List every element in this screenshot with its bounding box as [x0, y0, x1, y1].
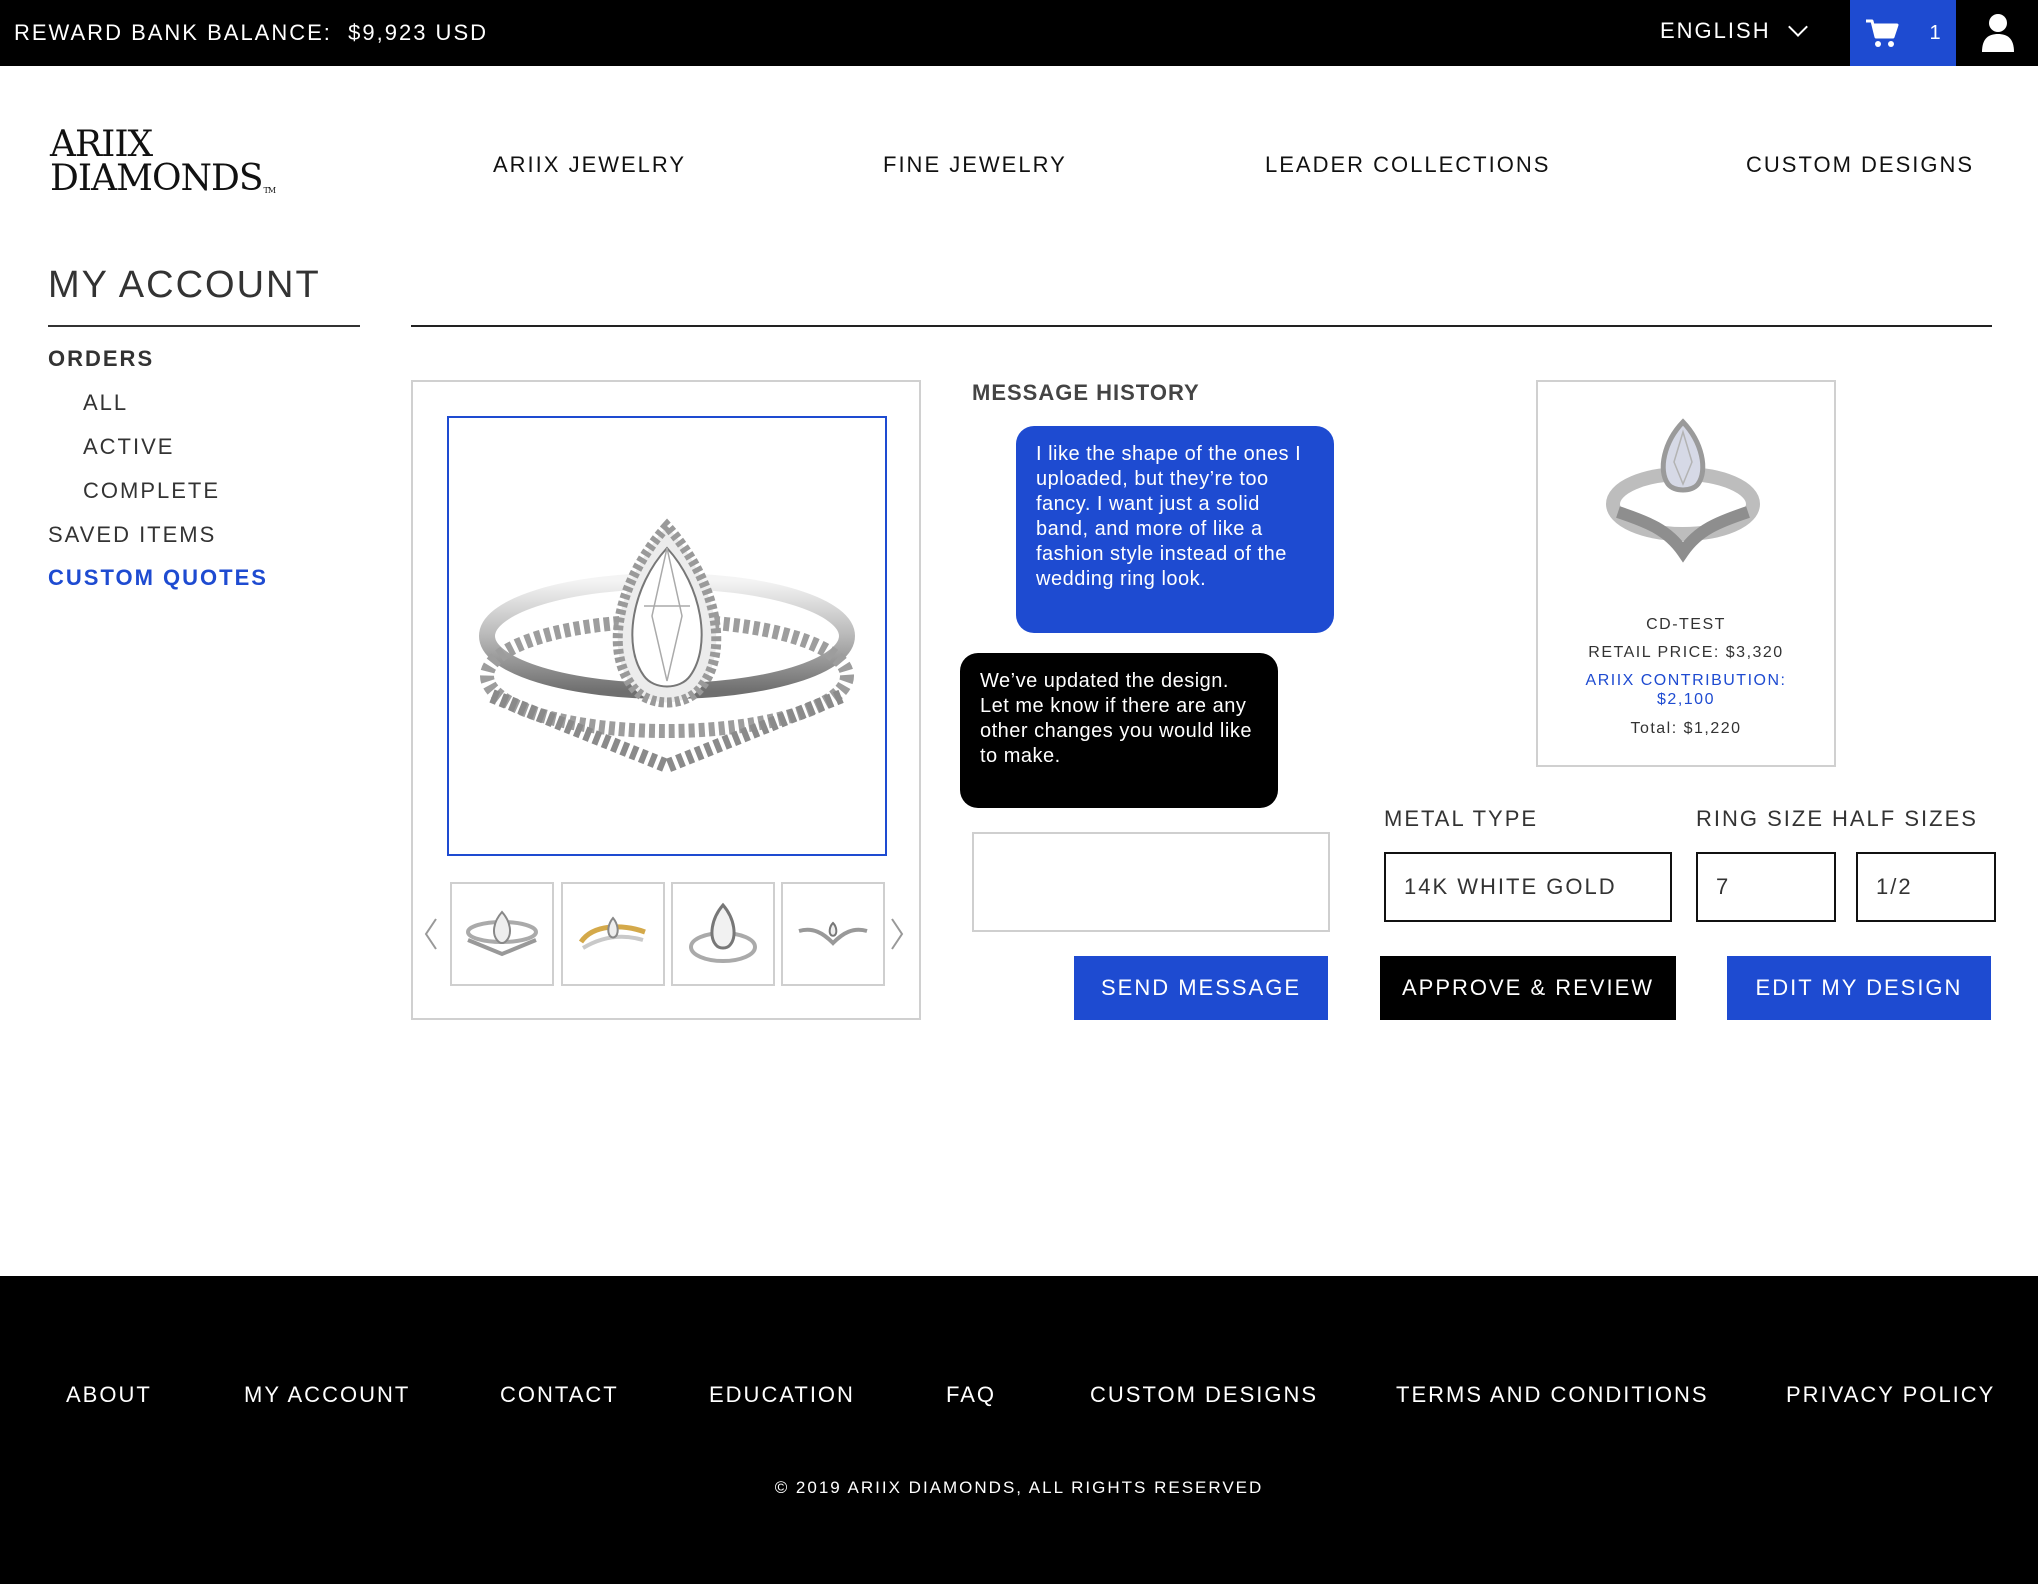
- contribution-value: $2,100: [1657, 691, 1715, 708]
- retail-price: RETAIL PRICE: $3,320: [1588, 644, 1784, 661]
- product-card: CD-TEST RETAIL PRICE: $3,320 ARIIX CONTR…: [1536, 380, 1836, 767]
- send-message-button[interactable]: SEND MESSAGE: [1074, 956, 1328, 1020]
- sidebar-item-active[interactable]: ACTIVE: [83, 434, 174, 460]
- chevron-down-icon: [1787, 17, 1808, 37]
- nav-ariix-jewelry[interactable]: ARIIX JEWELRY: [493, 152, 686, 178]
- thumbnail-3[interactable]: [671, 882, 775, 986]
- ring-image: [689, 902, 757, 963]
- thumbnail-1[interactable]: [450, 882, 554, 986]
- top-bar: REWARD BANK BALANCE: $9,923 USD ENGLISH …: [0, 0, 2038, 66]
- divider: [48, 325, 360, 327]
- reward-value: $9,923 USD: [348, 20, 489, 45]
- cart-count: 1: [1929, 21, 1941, 44]
- user-icon[interactable]: [1980, 12, 2016, 52]
- edit-design-button[interactable]: EDIT MY DESIGN: [1727, 956, 1991, 1020]
- logo[interactable]: ARIIX DIAMONDS TM: [50, 124, 276, 199]
- footer-link-contact[interactable]: CONTACT: [500, 1382, 619, 1408]
- cart-icon: [1866, 19, 1899, 47]
- product-sku: CD-TEST: [1646, 616, 1726, 633]
- footer-link-terms[interactable]: TERMS AND CONDITIONS: [1396, 1382, 1709, 1408]
- copyright: © 2019 ARIIX DIAMONDS, ALL RIGHTS RESERV…: [774, 1478, 1264, 1497]
- cart-button[interactable]: 1: [1850, 0, 1956, 66]
- designer-message: We’ve updated the design. Let me know if…: [960, 653, 1278, 808]
- approve-review-button[interactable]: APPROVE & REVIEW: [1380, 956, 1676, 1020]
- ring-image: [479, 518, 855, 774]
- page-title: MY ACCOUNT: [48, 264, 321, 306]
- logo-tm: TM: [263, 186, 276, 195]
- nav-leader-collections[interactable]: LEADER COLLECTIONS: [1265, 152, 1550, 178]
- ring-size-value: 7: [1716, 874, 1731, 899]
- half-size-select[interactable]: 1/2: [1856, 852, 1996, 922]
- nav-fine-jewelry[interactable]: FINE JEWELRY: [883, 152, 1067, 178]
- sidebar-item-orders[interactable]: ORDERS: [48, 346, 154, 372]
- image-gallery: [411, 380, 921, 1020]
- ring-image: [578, 916, 646, 950]
- ring-image: [1606, 418, 1760, 563]
- sidebar-item-complete[interactable]: COMPLETE: [83, 478, 220, 504]
- metal-type-select[interactable]: 14K WHITE GOLD: [1384, 852, 1672, 922]
- thumbnail-4[interactable]: [781, 882, 885, 986]
- ring-size-label: RING SIZE: [1696, 806, 1825, 831]
- total-price: Total: $1,220: [1630, 720, 1742, 737]
- sidebar-item-custom-quotes[interactable]: CUSTOM QUOTES: [48, 565, 268, 591]
- metal-type-value: 14K WHITE GOLD: [1404, 874, 1617, 899]
- nav-custom-designs[interactable]: CUSTOM DESIGNS: [1746, 152, 1974, 178]
- footer-link-about[interactable]: ABOUT: [66, 1382, 152, 1408]
- ring-image: [798, 921, 868, 946]
- footer-link-faq[interactable]: FAQ: [946, 1382, 996, 1408]
- half-size-value: 1/2: [1876, 874, 1913, 899]
- contribution-label: ARIIX CONTRIBUTION:: [1585, 672, 1787, 689]
- ring-size-select[interactable]: 7: [1696, 852, 1836, 922]
- metal-type-label: METAL TYPE: [1384, 806, 1539, 831]
- message-input[interactable]: [972, 832, 1330, 932]
- divider: [411, 325, 1992, 327]
- logo-line1: ARIIX: [50, 124, 153, 165]
- footer: ABOUT MY ACCOUNT CONTACT EDUCATION FAQ C…: [0, 1276, 2038, 1584]
- half-sizes-label: HALF SIZES: [1832, 806, 1978, 831]
- sidebar-item-saved-items[interactable]: SAVED ITEMS: [48, 522, 216, 548]
- footer-link-privacy[interactable]: PRIVACY POLICY: [1786, 1382, 1995, 1408]
- message-history-title: MESSAGE HISTORY: [972, 380, 1200, 405]
- chevron-left-icon[interactable]: [421, 914, 441, 954]
- thumbnail-2[interactable]: [561, 882, 665, 986]
- customer-message: I like the shape of the ones I uploaded,…: [1016, 426, 1334, 633]
- chevron-right-icon[interactable]: [887, 914, 907, 954]
- reward-label: REWARD BANK BALANCE:: [14, 20, 332, 45]
- footer-link-education[interactable]: EDUCATION: [709, 1382, 855, 1408]
- footer-link-custom-designs[interactable]: CUSTOM DESIGNS: [1090, 1382, 1318, 1408]
- main-ring-image[interactable]: [447, 416, 887, 856]
- language-label: ENGLISH: [1660, 18, 1771, 43]
- footer-link-my-account[interactable]: MY ACCOUNT: [244, 1382, 410, 1408]
- ring-image: [466, 910, 538, 957]
- language-selector[interactable]: ENGLISH: [1660, 17, 1808, 44]
- logo-line2: DIAMONDS: [50, 158, 263, 199]
- sidebar-item-all[interactable]: ALL: [83, 390, 128, 416]
- reward-balance: REWARD BANK BALANCE: $9,923 USD: [14, 20, 488, 46]
